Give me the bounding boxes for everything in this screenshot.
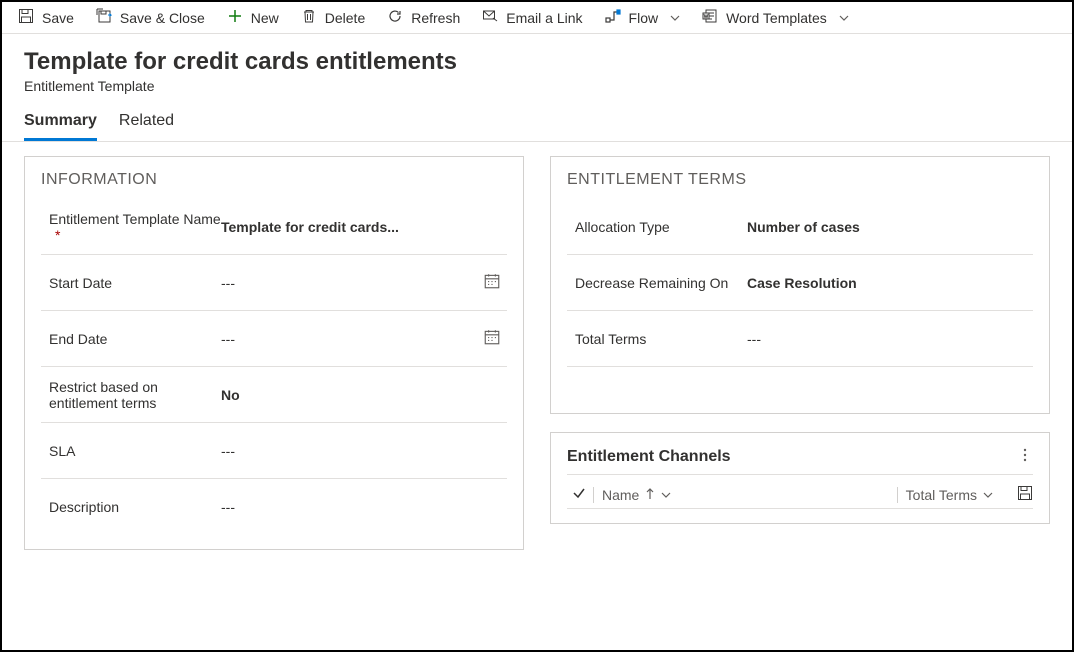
column-total-terms[interactable]: Total Terms (897, 487, 1001, 503)
field-value[interactable]: Case Resolution (747, 275, 1033, 291)
entitlement-terms-section: ENTITLEMENT TERMS Allocation Type Number… (550, 156, 1050, 414)
column-label: Total Terms (906, 487, 977, 503)
field-end-date[interactable]: End Date --- (41, 311, 507, 367)
form-header: Template for credit cards entitlements E… (2, 34, 1072, 94)
field-description[interactable]: Description --- (41, 479, 507, 535)
save-grid-icon[interactable] (1017, 485, 1033, 504)
chevron-down-icon (839, 10, 849, 26)
select-all-checkbox[interactable] (571, 485, 587, 504)
required-indicator: * (55, 227, 60, 243)
tab-list: Summary Related (2, 94, 1072, 142)
refresh-icon (387, 8, 403, 27)
field-value[interactable]: No (221, 387, 507, 403)
email-icon (482, 8, 498, 27)
plus-icon (227, 8, 243, 27)
field-label: Total Terms (567, 331, 747, 347)
tab-related[interactable]: Related (119, 112, 174, 141)
field-total-terms[interactable]: Total Terms --- (567, 311, 1033, 367)
information-section: INFORMATION Entitlement Template Name * … (24, 156, 524, 550)
field-value[interactable]: --- (221, 499, 507, 515)
delete-label: Delete (325, 10, 365, 26)
field-name[interactable]: Entitlement Template Name * Template for… (41, 199, 507, 255)
field-label: Description (41, 499, 221, 515)
field-label: End Date (41, 331, 221, 347)
section-title: INFORMATION (41, 171, 507, 189)
sort-asc-icon (645, 487, 655, 503)
save-close-label: Save & Close (120, 10, 205, 26)
field-value[interactable]: Template for credit cards... (221, 219, 507, 235)
save-close-icon (96, 8, 112, 27)
entitlement-channels-section: Entitlement Channels Name (550, 432, 1050, 524)
page-title: Template for credit cards entitlements (24, 48, 1050, 76)
field-value[interactable]: --- (221, 331, 235, 347)
tab-summary[interactable]: Summary (24, 112, 97, 141)
field-label: Restrict based on entitlement terms (41, 379, 221, 411)
trash-icon (301, 8, 317, 27)
field-label: Decrease Remaining On (567, 275, 747, 291)
chevron-down-icon[interactable] (983, 487, 993, 503)
word-templates-label: Word Templates (726, 10, 827, 26)
more-commands-icon[interactable] (1017, 447, 1033, 466)
new-button[interactable]: New (227, 8, 279, 27)
refresh-label: Refresh (411, 10, 460, 26)
field-value[interactable]: --- (221, 443, 507, 459)
save-button[interactable]: Save (18, 8, 74, 27)
field-restrict[interactable]: Restrict based on entitlement terms No (41, 367, 507, 423)
chevron-down-icon[interactable] (661, 487, 671, 503)
field-label: SLA (41, 443, 221, 459)
field-label: Entitlement Template Name (49, 211, 221, 227)
column-label: Name (602, 487, 639, 503)
field-value[interactable]: Number of cases (747, 219, 1033, 235)
calendar-icon[interactable] (483, 272, 501, 293)
save-icon (18, 8, 34, 27)
entity-name: Entitlement Template (24, 78, 1050, 94)
delete-button[interactable]: Delete (301, 8, 365, 27)
section-title: ENTITLEMENT TERMS (567, 171, 1033, 189)
refresh-button[interactable]: Refresh (387, 8, 460, 27)
field-value[interactable]: --- (747, 331, 1033, 347)
save-and-close-button[interactable]: Save & Close (96, 8, 205, 27)
column-name[interactable]: Name (593, 487, 891, 503)
subgrid-title: Entitlement Channels (567, 448, 731, 466)
field-value[interactable]: --- (221, 275, 235, 291)
grid-header: Name Total Terms (567, 475, 1033, 509)
field-label: Allocation Type (567, 219, 747, 235)
field-start-date[interactable]: Start Date --- (41, 255, 507, 311)
command-bar: Save Save & Close New Delete Refresh (2, 2, 1072, 34)
field-decrease-remaining[interactable]: Decrease Remaining On Case Resolution (567, 255, 1033, 311)
field-label: Start Date (41, 275, 221, 291)
word-icon (702, 8, 718, 27)
flow-button[interactable]: Flow (605, 8, 681, 27)
new-label: New (251, 10, 279, 26)
flow-icon (605, 8, 621, 27)
email-link-button[interactable]: Email a Link (482, 8, 582, 27)
field-allocation-type[interactable]: Allocation Type Number of cases (567, 199, 1033, 255)
save-label: Save (42, 10, 74, 26)
word-templates-button[interactable]: Word Templates (702, 8, 849, 27)
email-label: Email a Link (506, 10, 582, 26)
flow-label: Flow (629, 10, 659, 26)
calendar-icon[interactable] (483, 328, 501, 349)
chevron-down-icon (670, 10, 680, 26)
field-sla[interactable]: SLA --- (41, 423, 507, 479)
